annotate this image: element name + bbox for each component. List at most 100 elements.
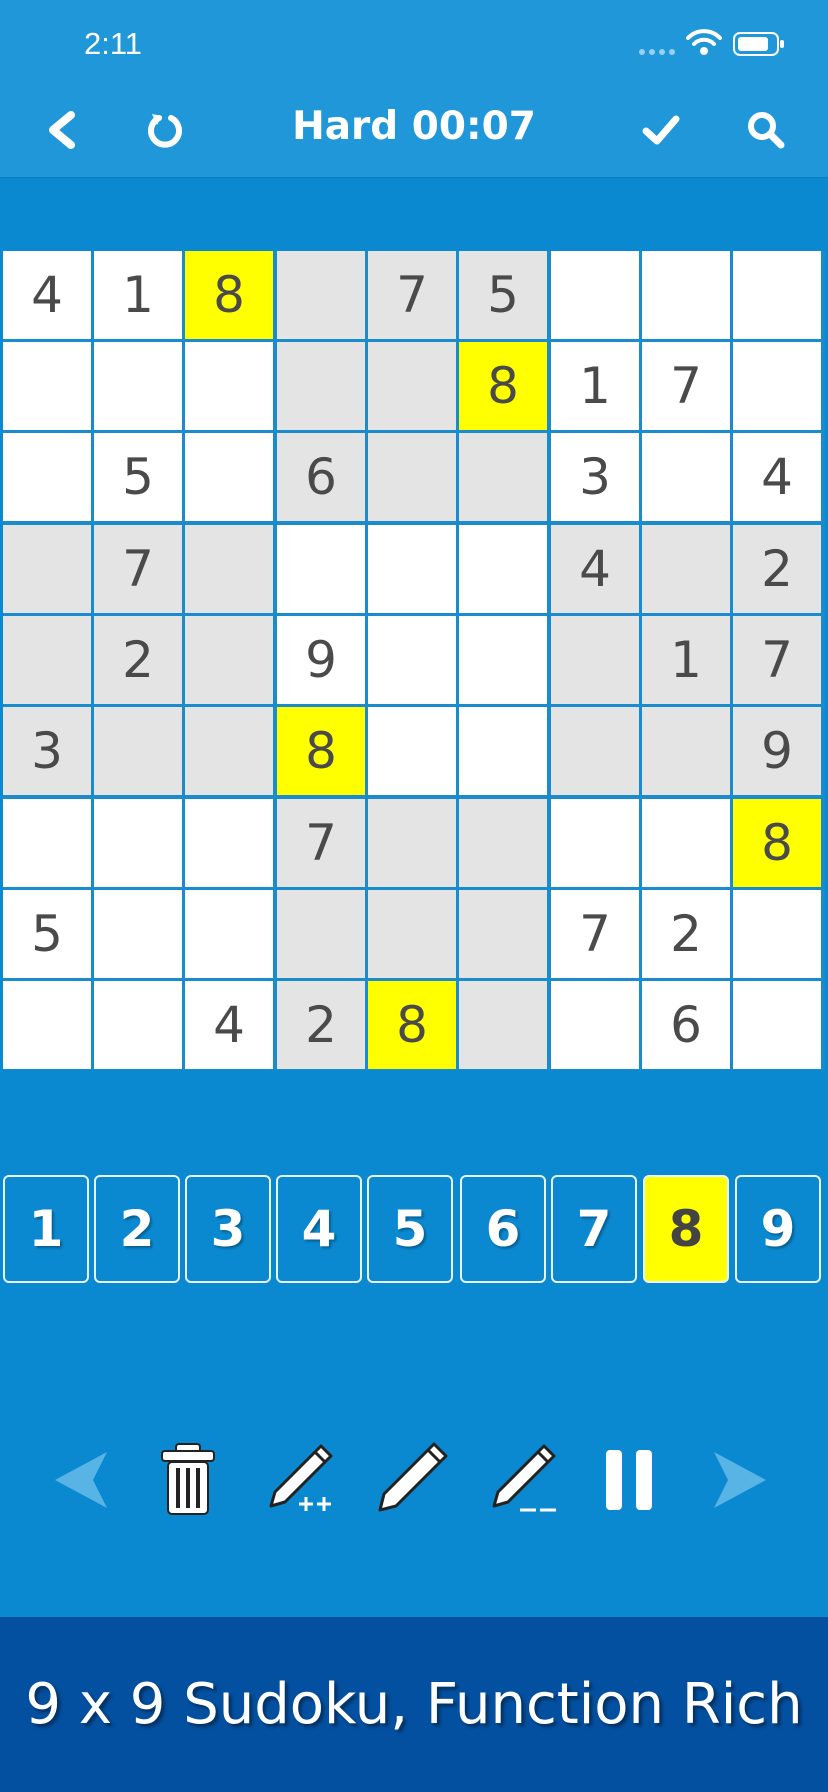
board-cell[interactable]: 6 <box>642 981 730 1069</box>
board-cell[interactable] <box>3 433 91 521</box>
board-cell[interactable] <box>185 525 273 613</box>
number-key-4[interactable]: 4 <box>276 1175 362 1283</box>
board-cell[interactable] <box>94 707 182 795</box>
board-cell[interactable] <box>185 342 273 430</box>
board-cell[interactable] <box>551 799 639 887</box>
board-cell[interactable]: 9 <box>277 616 365 704</box>
board-cell[interactable]: 4 <box>551 525 639 613</box>
board-cell[interactable]: 7 <box>94 525 182 613</box>
number-key-8[interactable]: 8 <box>643 1175 729 1283</box>
board-cell[interactable] <box>277 890 365 978</box>
search-button[interactable] <box>741 105 791 155</box>
board-cell[interactable] <box>459 707 547 795</box>
board-cell[interactable]: 3 <box>3 707 91 795</box>
board-cell[interactable] <box>642 707 730 795</box>
board-cell[interactable] <box>733 890 821 978</box>
board-cell[interactable]: 8 <box>733 799 821 887</box>
board-cell[interactable] <box>368 799 456 887</box>
board-cell[interactable] <box>185 707 273 795</box>
board-cell[interactable] <box>733 342 821 430</box>
number-key-9[interactable]: 9 <box>735 1175 821 1283</box>
board-cell[interactable] <box>3 342 91 430</box>
number-key-3[interactable]: 3 <box>185 1175 271 1283</box>
board-cell[interactable]: 2 <box>277 981 365 1069</box>
board-cell[interactable]: 8 <box>277 707 365 795</box>
board-cell[interactable] <box>185 433 273 521</box>
board-cell[interactable] <box>551 251 639 339</box>
board-cell[interactable] <box>368 433 456 521</box>
board-cell[interactable] <box>3 616 91 704</box>
board-cell[interactable] <box>185 616 273 704</box>
redo-button[interactable] <box>700 1440 780 1520</box>
board-cell[interactable] <box>185 799 273 887</box>
board-cell[interactable] <box>94 342 182 430</box>
board-cell[interactable]: 4 <box>185 981 273 1069</box>
pause-button[interactable] <box>589 1440 669 1520</box>
board-cell[interactable]: 5 <box>3 890 91 978</box>
board-cell[interactable]: 3 <box>551 433 639 521</box>
board-cell[interactable]: 2 <box>733 525 821 613</box>
back-button[interactable] <box>38 105 88 155</box>
board-cell[interactable] <box>368 616 456 704</box>
board-cell[interactable]: 8 <box>368 981 456 1069</box>
board-cell[interactable] <box>277 251 365 339</box>
board-cell[interactable] <box>185 890 273 978</box>
board-cell[interactable] <box>733 981 821 1069</box>
board-cell[interactable] <box>459 525 547 613</box>
number-key-6[interactable]: 6 <box>460 1175 546 1283</box>
board-cell[interactable] <box>368 890 456 978</box>
board-cell[interactable] <box>642 799 730 887</box>
board-cell[interactable] <box>368 707 456 795</box>
board-cell[interactable] <box>642 433 730 521</box>
board-cell[interactable]: 7 <box>551 890 639 978</box>
board-cell[interactable] <box>551 616 639 704</box>
number-key-1[interactable]: 1 <box>3 1175 89 1283</box>
board-cell[interactable] <box>368 525 456 613</box>
board-cell[interactable]: 2 <box>642 890 730 978</box>
board-cell[interactable] <box>94 890 182 978</box>
undo-button[interactable] <box>41 1440 121 1520</box>
board-cell[interactable] <box>94 799 182 887</box>
board-cell[interactable]: 4 <box>733 433 821 521</box>
board-cell[interactable] <box>3 525 91 613</box>
board-cell[interactable]: 5 <box>94 433 182 521</box>
board-cell[interactable]: 7 <box>277 799 365 887</box>
number-key-7[interactable]: 7 <box>551 1175 637 1283</box>
board-cell[interactable] <box>642 525 730 613</box>
board-cell[interactable] <box>277 342 365 430</box>
number-key-5[interactable]: 5 <box>367 1175 453 1283</box>
board-cell[interactable] <box>3 799 91 887</box>
pencil-button[interactable] <box>372 1440 452 1520</box>
board-cell[interactable] <box>459 616 547 704</box>
board-cell[interactable]: 6 <box>277 433 365 521</box>
board-cell[interactable] <box>459 433 547 521</box>
notes-erase-button[interactable] <box>484 1440 564 1520</box>
board-cell[interactable] <box>94 981 182 1069</box>
board-cell[interactable] <box>642 251 730 339</box>
board-cell[interactable]: 2 <box>94 616 182 704</box>
delete-button[interactable] <box>148 1440 228 1520</box>
board-cell[interactable]: 7 <box>368 251 456 339</box>
board-cell[interactable]: 9 <box>733 707 821 795</box>
board-cell[interactable] <box>277 525 365 613</box>
board-cell[interactable] <box>459 890 547 978</box>
notes-add-button[interactable] <box>261 1440 341 1520</box>
board-cell[interactable]: 1 <box>551 342 639 430</box>
board-cell[interactable] <box>3 981 91 1069</box>
board-cell[interactable] <box>459 981 547 1069</box>
board-cell[interactable]: 1 <box>94 251 182 339</box>
number-key-2[interactable]: 2 <box>94 1175 180 1283</box>
board-cell[interactable] <box>551 707 639 795</box>
board-cell[interactable]: 5 <box>459 251 547 339</box>
check-button[interactable] <box>636 105 686 155</box>
board-cell[interactable] <box>733 251 821 339</box>
board-cell[interactable]: 8 <box>459 342 547 430</box>
board-cell[interactable]: 8 <box>185 251 273 339</box>
board-cell[interactable]: 7 <box>733 616 821 704</box>
board-cell[interactable]: 1 <box>642 616 730 704</box>
board-cell[interactable] <box>551 981 639 1069</box>
board-cell[interactable] <box>368 342 456 430</box>
board-cell[interactable] <box>459 799 547 887</box>
restart-button[interactable] <box>140 105 190 155</box>
board-cell[interactable]: 7 <box>642 342 730 430</box>
